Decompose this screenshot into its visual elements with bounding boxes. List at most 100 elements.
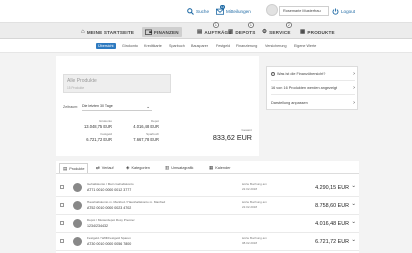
stat-label: Festgeld	[100, 132, 112, 136]
nav-item-finanzen[interactable]: FINANZEN	[142, 27, 182, 37]
info-link-label: 16 von 16 Produkten werden angezeigt	[271, 86, 338, 90]
gear-icon: ⚙	[262, 29, 268, 35]
period-label: Zeitraum:	[63, 105, 79, 109]
nav-item-meine-startseite[interactable]: ⌂ MEINE STARTSEITE	[81, 27, 134, 37]
subnav-item-finanzierung[interactable]: Finanzierung	[234, 43, 259, 49]
row-checkbox[interactable]	[60, 185, 64, 189]
list-item[interactable]: Haushaltskonto m. Manfred / Haushaltskon…	[56, 197, 359, 215]
nav-label: DEPOTS	[235, 29, 256, 35]
row-title: Haushaltskonto m. Manfred / Haushaltskon…	[87, 200, 166, 204]
subnav-item-versicherung[interactable]: Versicherung	[263, 43, 289, 49]
info-link-darstellung[interactable]: Darstellung anpassen ›	[271, 96, 355, 109]
account-icon	[73, 201, 82, 210]
subnav-item-eigene-werte[interactable]: Eigene Werte	[292, 43, 318, 49]
chevron-down-icon[interactable]: ⌄	[351, 201, 356, 207]
nav-label: SERVICE	[269, 29, 291, 35]
row-amount: 6.721,72 EUR	[315, 238, 349, 245]
list-item[interactable]: Depot / Musterdepot Rosy Premier 1234/23…	[56, 215, 359, 233]
nav-item-service[interactable]: ⚙ SERVICE 2	[262, 22, 292, 37]
top-header: Suche 12 Mitteilungen Rosemarie Musterfr…	[0, 0, 412, 22]
chevron-right-icon: ›	[353, 99, 355, 106]
row-title: Depot / Musterdepot Rosy Premier	[87, 218, 135, 222]
user-name: Rosemarie Musterfrau	[283, 9, 321, 13]
tab-kalender[interactable]: ▦ Kalender	[206, 163, 233, 173]
nav-badge: 1	[248, 22, 254, 28]
logout-label: Logout	[341, 9, 356, 14]
info-link-produkte[interactable]: 16 von 16 Produkten werden angezeigt ›	[271, 82, 355, 95]
subnav-item-uebersicht[interactable]: Übersicht	[96, 43, 116, 49]
row-booking-label: letzte Buchung am	[242, 182, 267, 186]
chart-icon: ▥	[165, 165, 170, 170]
row-iban: 1234/234432	[87, 223, 108, 228]
period-select[interactable]: Die letzten 30 Tage ⌄	[82, 103, 152, 111]
tab-umsatzgrafik[interactable]: ▥ Umsatzgrafik	[162, 163, 196, 173]
row-booking-label: letzte Buchung am	[242, 236, 267, 240]
subnav-item-festgeld[interactable]: Festgeld	[214, 43, 232, 49]
row-iban: AT52 0010 0000 0023 4702	[87, 205, 132, 210]
messages-link[interactable]: 12 Mitteilungen	[216, 5, 251, 15]
nav-item-depots[interactable]: ▥ DEPOTS 1	[228, 22, 256, 37]
product-selector[interactable]: Alle Produkte 15 Produkte	[63, 74, 171, 93]
total-label: Gesamt	[241, 128, 252, 132]
row-amount: 4.016,48 EUR	[315, 220, 349, 227]
stat-value: 7.667,78 EUR	[133, 137, 159, 142]
row-amount: 4.290,15 EUR	[315, 184, 349, 191]
messages-count-badge: 12	[220, 5, 226, 9]
messages-label: Mitteilungen	[226, 9, 251, 14]
row-checkbox[interactable]	[60, 221, 64, 225]
document-icon: ▤	[63, 165, 68, 171]
stat-label: Girokonto	[98, 119, 112, 123]
chevron-down-icon[interactable]: ⌄	[351, 183, 356, 189]
row-checkbox[interactable]	[60, 203, 64, 207]
chart-icon: ▥	[228, 29, 234, 35]
nav-badge: 1	[213, 22, 219, 28]
calendar-icon: ▦	[209, 165, 214, 170]
tab-produkte[interactable]: ▤ Produkte	[59, 163, 89, 173]
product-selector-title: Alle Produkte	[67, 78, 97, 84]
nav-item-auftraege[interactable]: ▤ AUFTRÄGE 1	[197, 22, 232, 37]
row-iban: AT71 0010 0000 0012 3777	[87, 187, 132, 192]
info-panel: ? Was ist die Finanzübersicht? › 16 von 1…	[266, 66, 358, 110]
product-selector-subtitle: 15 Produkte	[67, 86, 85, 90]
list-item[interactable]: Gehaltskonto / Mein Gehaltskonto AT71 00…	[56, 179, 359, 197]
power-icon	[332, 8, 339, 15]
chevron-right-icon: ›	[353, 71, 355, 77]
stat-value: 13.048,75 EUR	[84, 124, 112, 129]
chevron-down-icon[interactable]: ⌄	[351, 219, 356, 225]
subnav-item-sparbuch[interactable]: Sparbuch	[167, 43, 187, 49]
list-item[interactable]: Festgeld / WillhFestgeld Sparen AT30 001…	[56, 233, 359, 251]
row-title: Festgeld / WillhFestgeld Sparen	[87, 236, 131, 240]
row-booking-date: 08.02.2018	[242, 241, 258, 245]
wallet-icon	[145, 29, 152, 35]
user-name-box[interactable]: Rosemarie Musterfrau	[279, 6, 329, 16]
tab-kategorien[interactable]: ◈ Kategorien	[123, 163, 153, 173]
total-value: 833,62 EUR	[212, 133, 252, 142]
nav-label: FINANZEN	[154, 29, 179, 35]
subnav-item-bausparer[interactable]: Bausparer	[189, 43, 210, 49]
row-amount: 8.758,60 EUR	[315, 202, 349, 209]
avatar[interactable]	[266, 4, 278, 16]
chevron-down-icon[interactable]: ⌄	[351, 237, 356, 243]
info-link-label: Was ist die Finanzübersicht?	[277, 72, 326, 76]
savings-icon	[73, 237, 82, 246]
info-link-label: Darstellung anpassen	[271, 100, 308, 105]
chevron-down-icon: ⌄	[146, 104, 150, 109]
logout-link[interactable]: Logout	[332, 8, 355, 15]
subnav-item-girokonto[interactable]: Girokonto	[120, 43, 140, 49]
nav-item-produkte[interactable]: ▦ PRODUKTE	[300, 27, 335, 37]
tab-label: Verlauf	[101, 166, 114, 170]
stat-label: Depot	[150, 119, 159, 123]
tag-icon: ◈	[126, 165, 130, 170]
tab-label: Produkte	[69, 166, 85, 171]
info-link-finanzuebersicht[interactable]: ? Was ist die Finanzübersicht? ›	[271, 68, 355, 81]
search-link[interactable]: Suche	[187, 8, 209, 15]
row-checkbox[interactable]	[60, 239, 64, 243]
subnav-item-kreditkarte[interactable]: Kreditkarte	[142, 43, 164, 49]
help-icon: ?	[271, 72, 275, 76]
stat-value: 4.016,48 EUR	[133, 124, 159, 129]
nav-badge: 2	[286, 22, 292, 28]
document-icon: ▤	[197, 29, 203, 35]
mail-icon: 12	[216, 5, 226, 15]
tab-verlauf[interactable]: ⇄ Verlauf	[93, 163, 117, 173]
row-title: Gehaltskonto / Mein Gehaltskonto	[87, 182, 134, 186]
